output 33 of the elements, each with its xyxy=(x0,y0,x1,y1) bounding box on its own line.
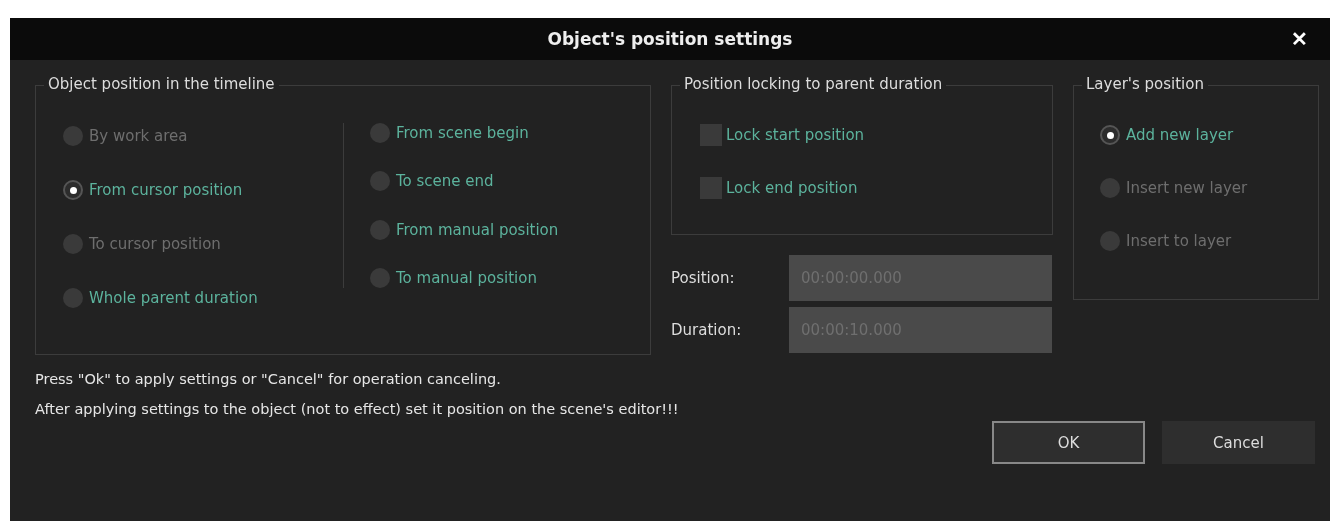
info-text: Press "Ok" to apply settings or "Cancel" for operation canceling. xyxy=(35,371,502,387)
radio-label: To manual position xyxy=(396,268,537,287)
radio-button[interactable] xyxy=(370,171,390,192)
close-button[interactable]: ✕ xyxy=(1287,25,1312,53)
group-title: Position locking to parent duration xyxy=(680,75,947,93)
radio-button[interactable] xyxy=(63,180,83,200)
radio-label: By work area xyxy=(89,127,188,145)
window-title: Object's position settings xyxy=(547,29,793,49)
field-label: Duration: xyxy=(671,321,743,339)
radio-label: From scene begin xyxy=(396,124,529,143)
checkbox-label: Lock end position xyxy=(726,179,858,197)
group-title: Layer's position xyxy=(1082,75,1208,93)
radio-button[interactable] xyxy=(370,219,390,240)
radio-button[interactable] xyxy=(1100,125,1120,145)
checkbox[interactable] xyxy=(700,124,722,146)
field-label: Position: xyxy=(671,269,736,287)
info-text: After applying settings to the object (not to effect) set it position on the scene's editor!!! xyxy=(35,401,680,417)
radio-button[interactable] xyxy=(370,267,390,288)
checkbox[interactable] xyxy=(700,177,722,199)
radio-button[interactable] xyxy=(63,288,83,308)
radio-label: Whole parent duration xyxy=(89,289,258,307)
checkbox-label: Lock start position xyxy=(726,126,865,144)
radio-label: Add new layer xyxy=(1126,126,1234,144)
radio-label: Insert new layer xyxy=(1126,179,1248,197)
radio-label: To scene end xyxy=(396,172,494,191)
dialog-button[interactable]: Cancel xyxy=(1162,421,1315,464)
radio-button[interactable] xyxy=(370,123,390,144)
radio-label: Insert to layer xyxy=(1126,232,1232,250)
radio-label: To cursor position xyxy=(89,235,221,253)
radio-label: From cursor position xyxy=(89,181,243,199)
dialog-button[interactable]: OK xyxy=(992,421,1145,464)
group-title: Object position in the timeline xyxy=(44,75,279,93)
radio-label: From manual position xyxy=(396,220,559,239)
